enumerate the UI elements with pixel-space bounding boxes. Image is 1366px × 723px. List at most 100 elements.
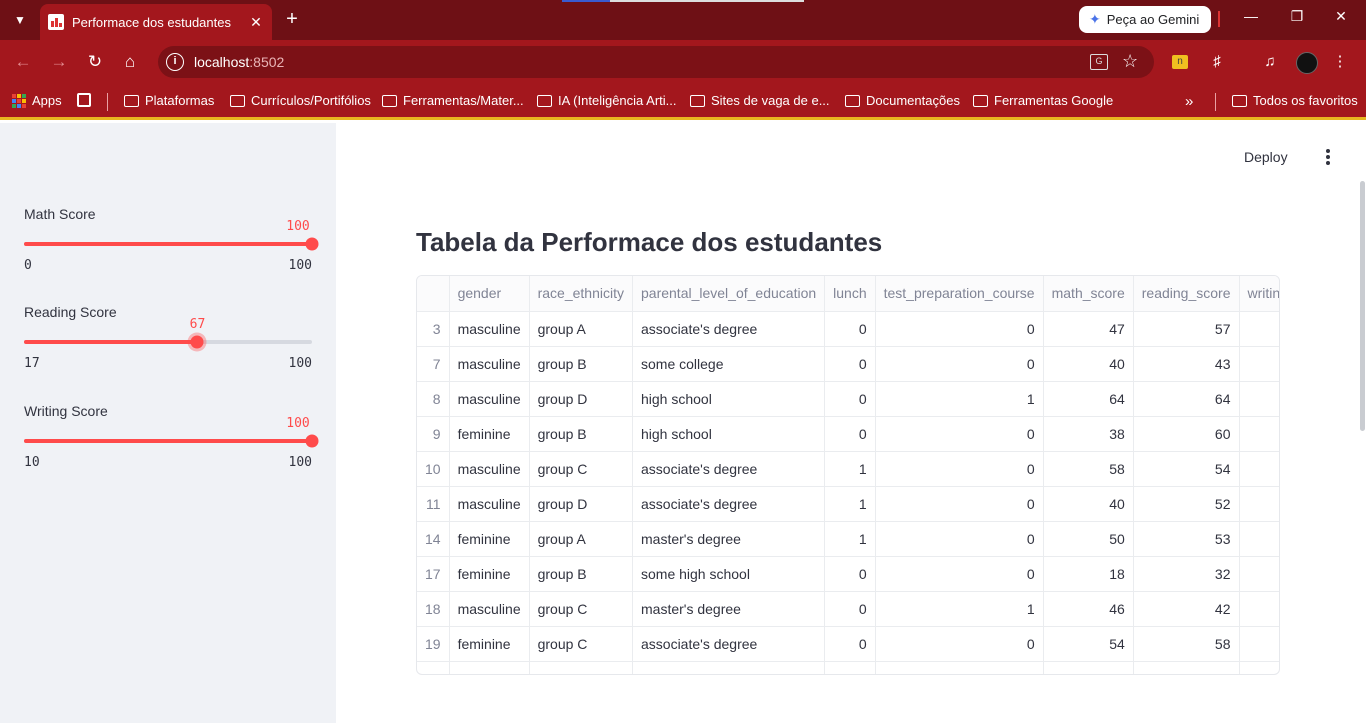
row-index[interactable]: 3 [417, 311, 450, 347]
column-header[interactable] [417, 276, 450, 312]
restore-icon[interactable]: ❐ [1282, 8, 1312, 25]
table-cell[interactable]: associate's degree [632, 486, 826, 522]
table-cell[interactable]: 64 [1043, 381, 1134, 417]
table-row[interactable] [417, 661, 1279, 674]
table-cell[interactable]: group B [529, 346, 634, 382]
column-header[interactable]: math_score [1043, 276, 1134, 312]
bookmark-folder-ferramentas[interactable]: Ferramentas/Mater... [382, 93, 524, 108]
table-cell[interactable] [1239, 591, 1279, 627]
row-index[interactable]: 17 [417, 556, 450, 592]
gemini-button[interactable]: ✦ Peça ao Gemini [1079, 6, 1211, 33]
table-row[interactable]: 11 masculine group Dassociate's degree 1 0 40… [417, 486, 1279, 522]
table-cell[interactable]: 0 [875, 451, 1044, 487]
slider-track[interactable] [24, 242, 312, 246]
table-cell[interactable] [824, 661, 876, 674]
table-cell[interactable]: 43 [1133, 346, 1240, 382]
slider-thumb[interactable] [190, 335, 204, 349]
deploy-button[interactable]: Deploy [1244, 149, 1288, 165]
bookmark-folder-ferramentas-google[interactable]: Ferramentas Google [973, 93, 1113, 108]
table-cell[interactable]: feminine [449, 416, 530, 452]
more-bookmarks-chevron-icon[interactable]: » [1185, 93, 1193, 110]
table-cell[interactable]: 1 [824, 521, 876, 557]
table-cell[interactable]: group C [529, 626, 634, 662]
column-header[interactable]: race_ethnicity [529, 276, 634, 312]
table-cell[interactable]: some college [632, 346, 826, 382]
table-cell[interactable]: masculine [449, 486, 530, 522]
row-index[interactable]: 8 [417, 381, 450, 417]
bookmark-all-favorites[interactable]: Todos os favoritos [1232, 93, 1358, 108]
table-cell[interactable]: group D [529, 381, 634, 417]
back-arrow-icon[interactable]: ← [12, 51, 34, 73]
table-cell[interactable]: 18 [1043, 556, 1134, 592]
table-cell[interactable]: feminine [449, 521, 530, 557]
table-row[interactable]: 17 feminine group Bsome high school 0 0 18 32 [417, 556, 1279, 592]
minimize-icon[interactable]: — [1236, 8, 1266, 24]
table-cell[interactable]: masculine [449, 346, 530, 382]
table-cell[interactable]: 42 [1133, 591, 1240, 627]
main-menu-icon[interactable] [1322, 149, 1334, 165]
bookmark-folder-ia[interactable]: IA (Inteligência Arti... [537, 93, 677, 108]
table-cell[interactable]: 0 [875, 416, 1044, 452]
bookmark-folder-vagas[interactable]: Sites de vaga de e... [690, 93, 830, 108]
slider-thumb[interactable] [305, 237, 319, 251]
table-cell[interactable]: 54 [1043, 626, 1134, 662]
column-header[interactable]: reading_score [1133, 276, 1240, 312]
table-cell[interactable]: 0 [824, 346, 876, 382]
slider-track[interactable] [24, 439, 312, 443]
row-index[interactable]: 11 [417, 486, 450, 522]
url-text[interactable]: localhost:8502 [194, 54, 284, 70]
table-cell[interactable]: 60 [1133, 416, 1240, 452]
table-cell[interactable] [1239, 346, 1279, 382]
new-tab-button[interactable]: + [282, 8, 302, 30]
table-cell[interactable] [449, 661, 530, 674]
table-cell[interactable]: 0 [824, 556, 876, 592]
table-cell[interactable] [1239, 416, 1279, 452]
table-cell[interactable] [1239, 311, 1279, 347]
table-cell[interactable]: 40 [1043, 346, 1134, 382]
row-index[interactable] [417, 661, 450, 674]
table-cell[interactable]: 0 [824, 591, 876, 627]
row-index[interactable]: 14 [417, 521, 450, 557]
table-cell[interactable]: group C [529, 591, 634, 627]
table-cell[interactable]: 64 [1133, 381, 1240, 417]
row-index[interactable]: 7 [417, 346, 450, 382]
browser-tab[interactable]: Performace dos estudantes ✕ [40, 4, 272, 40]
table-cell[interactable]: 0 [875, 311, 1044, 347]
close-window-icon[interactable]: ✕ [1326, 8, 1356, 25]
table-cell[interactable]: associate's degree [632, 451, 826, 487]
table-cell[interactable]: associate's degree [632, 311, 826, 347]
table-cell[interactable]: 0 [824, 626, 876, 662]
table-cell[interactable] [1239, 661, 1279, 674]
table-cell[interactable]: group B [529, 416, 634, 452]
column-header[interactable]: test_preparation_course [875, 276, 1044, 312]
bookmark-folder-plataformas[interactable]: Plataformas [124, 93, 214, 108]
bookmark-folder-curriculos[interactable]: Currículos/Portifólios [230, 93, 371, 108]
table-row[interactable]: 10 masculine group Cassociate's degree 1 0 58… [417, 451, 1279, 487]
table-row[interactable]: 14 feminine group Amaster's degree 1 0 50 53 [417, 521, 1279, 557]
table-cell[interactable]: group A [529, 521, 634, 557]
row-index[interactable]: 9 [417, 416, 450, 452]
table-row[interactable]: 3 masculine group Aassociate's degree 0 0 47 5… [417, 311, 1279, 347]
table-cell[interactable]: 1 [824, 486, 876, 522]
table-cell[interactable]: 53 [1133, 521, 1240, 557]
profile-avatar[interactable] [1296, 52, 1318, 74]
table-cell[interactable] [1133, 661, 1240, 674]
table-cell[interactable]: 0 [875, 521, 1044, 557]
table-cell[interactable] [1239, 451, 1279, 487]
dataframe[interactable]: gender race_ethnicity parental_level_of_ed… [416, 275, 1280, 675]
table-cell[interactable]: masculine [449, 451, 530, 487]
table-cell[interactable]: 0 [875, 556, 1044, 592]
tab-search-chevron-icon[interactable]: ▼ [8, 9, 32, 31]
tab-groups-icon[interactable] [77, 93, 91, 107]
column-header[interactable]: writing_ [1239, 276, 1279, 312]
table-cell[interactable] [875, 661, 1044, 674]
reload-icon[interactable]: ↻ [84, 51, 106, 73]
extension-icon[interactable]: n [1172, 55, 1188, 69]
table-cell[interactable]: masculine [449, 381, 530, 417]
table-cell[interactable]: high school [632, 381, 826, 417]
table-cell[interactable]: 58 [1043, 451, 1134, 487]
media-controls-icon[interactable]: ♫ [1260, 52, 1280, 72]
table-cell[interactable]: 0 [824, 311, 876, 347]
table-row[interactable]: 19 feminine group Cassociate's degree 0 0 54 5… [417, 626, 1279, 662]
close-tab-icon[interactable]: ✕ [248, 14, 264, 31]
